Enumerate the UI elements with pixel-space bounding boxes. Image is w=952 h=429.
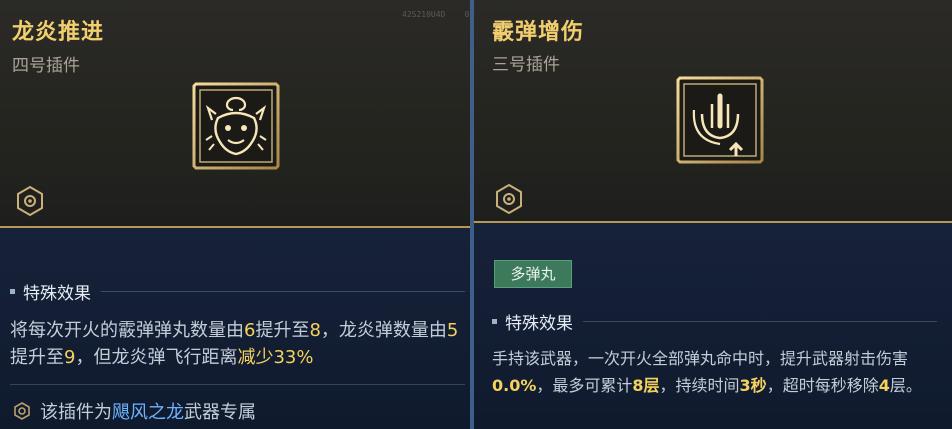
- plugin-badge-icon: [12, 401, 32, 421]
- multi-pellet-tag: 多弹丸: [494, 260, 572, 288]
- desc-value: 8层: [632, 376, 660, 395]
- plugin-title: 霰弹增伤: [492, 20, 585, 45]
- desc-value: 8: [309, 320, 321, 341]
- desc-value: 0.0%: [492, 376, 537, 395]
- desc-text: 手持该武器，一次开火全部弹丸命中时，提升武器射击伤害: [492, 349, 909, 368]
- desc-value: 3秒: [739, 376, 767, 395]
- plugin-slot-icon: [13, 184, 47, 218]
- plugin-slot-icon: [492, 182, 526, 216]
- desc-text: 将每次开火的霰弹弹丸数量由: [10, 320, 244, 341]
- dragon-head-icon: [190, 80, 282, 172]
- shell-damage-up-icon: [674, 74, 766, 166]
- desc-text: ，但龙炎弹飞行距离: [75, 347, 238, 368]
- plugin-slot-label: 四号插件: [12, 56, 80, 76]
- exclusive-suffix: 武器专属: [184, 402, 256, 423]
- weapon-name-link[interactable]: 飓风之龙: [112, 402, 184, 423]
- desc-text: ，龙炎弹数量由: [320, 320, 447, 341]
- desc-value: 4: [878, 376, 890, 395]
- desc-value: 9: [64, 347, 76, 368]
- desc-value: 5: [446, 320, 459, 341]
- effect-description: 将每次开火的霰弹弹丸数量由6提升至8，龙炎弹数量由5提升至9，但龙炎弹飞行距离减…: [10, 317, 465, 371]
- header-rule: [101, 291, 465, 292]
- header-rule: [583, 321, 937, 322]
- desc-text: ，最多可累计: [536, 376, 633, 395]
- desc-text: ，超时每秒移除: [766, 376, 879, 395]
- section-label: 特殊效果: [505, 314, 573, 334]
- special-effect-header: 特殊效果: [492, 309, 937, 334]
- faint-code: 42S210U4D 05: [402, 10, 470, 19]
- plugin-card-shell-damage[interactable]: 霰弹增伤 三号插件 多弹丸 特殊效果 手持该武器，一次开火全部弹丸命中时，提升武…: [474, 0, 952, 429]
- bullet-square: [492, 319, 497, 324]
- desc-text: 提升至: [10, 347, 64, 368]
- plugin-card-dragon-flame[interactable]: 龙炎推进 四号插件 42S210U4D 05: [0, 0, 470, 429]
- effect-description: 手持该武器，一次开火全部弹丸命中时，提升武器射击伤害 0.0%，最多可累计8层，持…: [492, 345, 937, 399]
- desc-text: 提升至: [255, 320, 310, 341]
- special-effect-header: 特殊效果: [10, 279, 465, 304]
- faint-code-text: 42S210U4D: [402, 10, 446, 19]
- bullet-square: [10, 289, 15, 294]
- weapon-exclusive-note: 该插件为飓风之龙武器专属: [12, 398, 256, 424]
- desc-value: 减少33%: [237, 347, 314, 368]
- body-divider: [10, 384, 465, 385]
- section-label: 特殊效果: [23, 284, 91, 304]
- desc-text: 层。: [889, 376, 922, 395]
- exclusive-prefix: 该插件为: [40, 402, 112, 423]
- plugin-slot-label: 三号插件: [492, 55, 560, 75]
- plugin-title: 龙炎推进: [12, 20, 105, 45]
- desc-value: 6: [244, 320, 256, 341]
- desc-text: ，持续时间: [659, 376, 740, 395]
- plugin-compare-view: 龙炎推进 四号插件 42S210U4D 05: [0, 0, 952, 429]
